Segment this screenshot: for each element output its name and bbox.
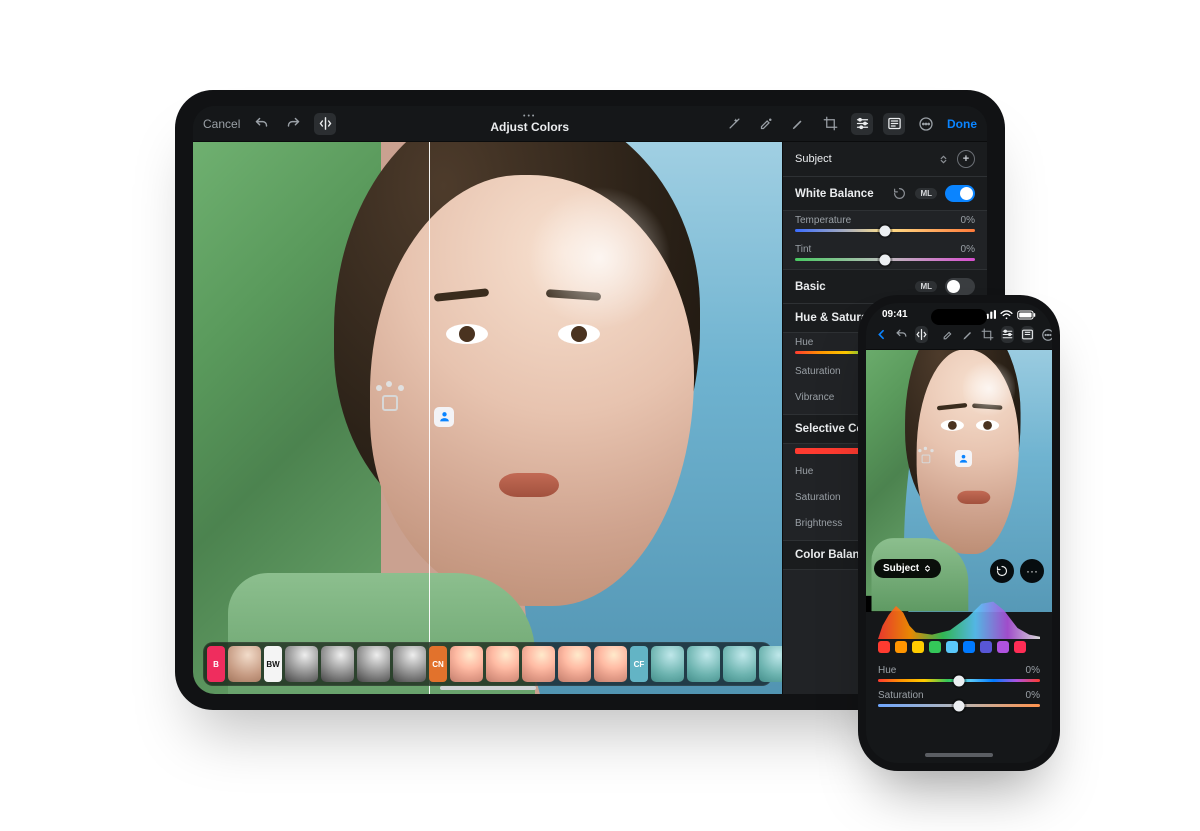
preset-item[interactable] [285,646,318,682]
screen-title: Adjust Colors [490,120,569,134]
swatch[interactable] [963,641,975,653]
preset-group-basic[interactable]: B [207,646,225,682]
ml-badge[interactable]: ML [915,281,937,292]
subject-person-icon[interactable] [434,407,454,427]
reset-icon[interactable] [990,559,1014,583]
dynamic-island [931,309,987,325]
histogram [866,591,1052,639]
subject-person-icon[interactable] [955,450,972,467]
preset-item[interactable] [651,646,684,682]
battery-icon [1017,310,1036,320]
preset-group-cn[interactable]: CN [429,646,447,682]
section-title: White Balance [795,188,874,200]
preset-item[interactable] [558,646,591,682]
more-icon[interactable]: ··· [1020,559,1044,583]
preset-item[interactable] [357,646,390,682]
pencil-icon[interactable] [787,113,809,135]
undo-icon[interactable] [895,326,908,343]
iphone-device: 09:41 [858,295,1060,771]
iphone-screen: 09:41 [866,303,1052,763]
swatch[interactable] [929,641,941,653]
preset-item[interactable] [522,646,555,682]
swatch[interactable] [997,641,1009,653]
adjustments-icon[interactable] [1001,326,1014,343]
white-balance-header[interactable]: White Balance ML [783,177,987,211]
ml-badge[interactable]: ML [915,188,937,199]
undo-icon[interactable] [250,113,272,135]
photo-preview [193,142,782,694]
subject-label: Subject [795,153,832,165]
section-title: Basic [795,281,826,293]
more-circle-icon[interactable] [1041,326,1052,343]
subject-selector[interactable]: Subject + [783,142,987,177]
dropdown-icon [923,564,932,573]
tint-slider[interactable]: Tint0% [783,240,987,269]
more-circle-icon[interactable] [915,113,937,135]
swatch[interactable] [980,641,992,653]
swatch[interactable] [878,641,890,653]
back-icon[interactable] [875,326,888,343]
ml-enhance-icon[interactable] [755,113,777,135]
preset-group-bw[interactable]: BW [264,646,282,682]
preset-item[interactable] [723,646,756,682]
cancel-button[interactable]: Cancel [203,117,240,131]
done-button[interactable]: Done [947,117,977,131]
compare-divider[interactable] [429,142,430,694]
temperature-slider[interactable]: Temperature0% [783,211,987,240]
magic-wand-icon[interactable] [723,113,745,135]
status-time: 09:41 [882,309,908,320]
ipad-toolbar: Cancel ••• Adjust Colors [193,106,987,142]
adjustments-icon[interactable] [851,113,873,135]
color-swatches [866,639,1052,659]
redo-icon[interactable] [282,113,304,135]
iphone-saturation-slider[interactable]: Saturation0% [866,688,1052,713]
crop-icon[interactable] [819,113,841,135]
swatch[interactable] [912,641,924,653]
swatch[interactable] [946,641,958,653]
preset-item[interactable] [450,646,483,682]
swatch[interactable] [1014,641,1026,653]
preset-item[interactable] [321,646,354,682]
iphone-toolbar [866,322,1052,350]
ml-enhance-icon[interactable] [942,326,955,343]
add-subject-button[interactable]: + [957,150,975,168]
compare-icon[interactable] [915,326,928,343]
preset-item[interactable] [687,646,720,682]
preset-filmstrip: B BW CN CF [203,642,772,686]
preset-group-cf[interactable]: CF [630,646,648,682]
compare-icon[interactable] [314,113,336,135]
crop-icon[interactable] [981,326,994,343]
swatch[interactable] [895,641,907,653]
home-indicator [440,686,536,690]
iphone-subject-chip[interactable]: Subject [874,559,941,578]
panel-icon[interactable] [1021,326,1034,343]
preset-item[interactable] [393,646,426,682]
preset-item[interactable] [759,646,782,682]
reset-icon[interactable] [893,187,907,201]
iphone-hue-slider[interactable]: Hue0% [866,659,1052,688]
iphone-adjustments-panel: Hue0% Saturation0% [866,591,1052,763]
dropdown-icon [938,154,949,165]
home-indicator [925,753,993,757]
ipad-canvas[interactable]: B BW CN CF [193,142,782,694]
preset-item[interactable] [486,646,519,682]
wifi-icon [1000,310,1013,320]
preset-item[interactable] [594,646,627,682]
white-balance-toggle[interactable] [945,185,975,202]
basic-toggle[interactable] [945,278,975,295]
pencil-icon[interactable] [962,326,974,343]
panel-icon[interactable] [883,113,905,135]
preset-item[interactable] [228,646,261,682]
